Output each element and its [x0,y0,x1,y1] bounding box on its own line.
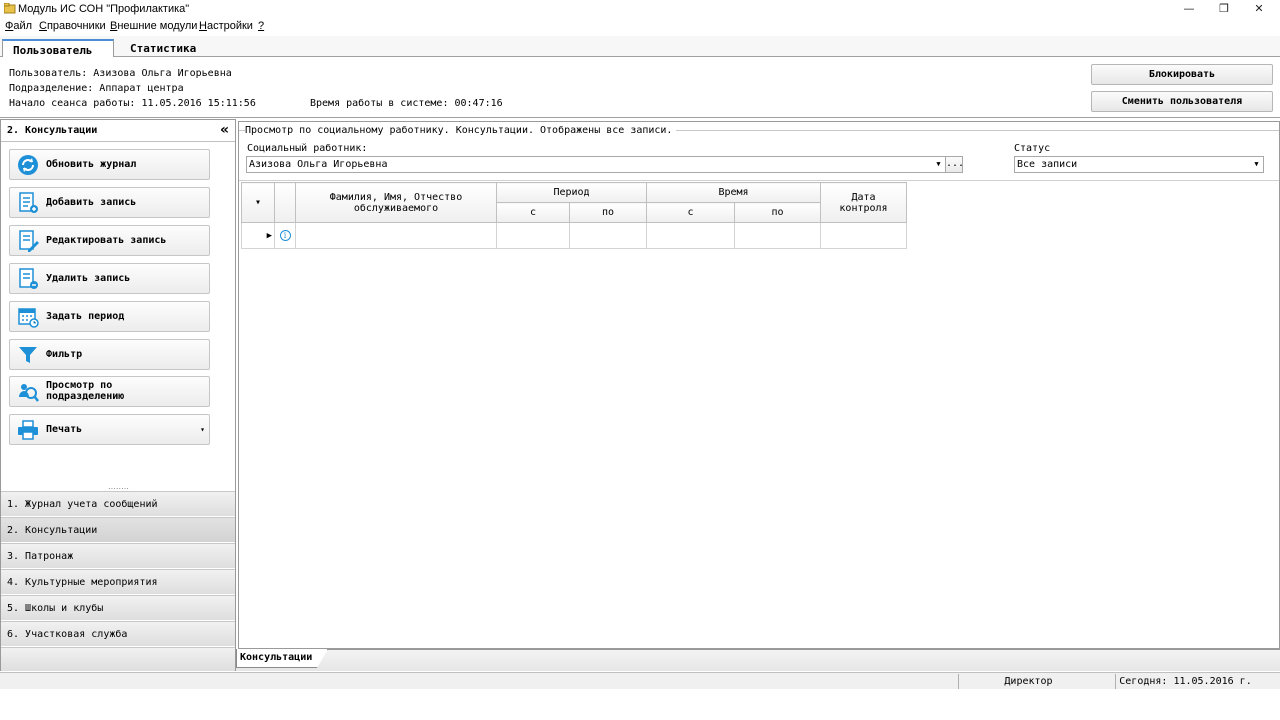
switch-user-button[interactable]: Сменить пользователя [1091,91,1273,112]
chevron-down-icon[interactable]: ▾ [255,197,261,208]
left-action-panel: 2. Консультации « Обновить журнал Добави… [0,119,236,671]
table-row[interactable]: ▶ i [241,222,907,249]
cell-control-date[interactable] [820,222,907,249]
view-by-department-button[interactable]: Просмотр по подразделению [9,376,210,407]
column-header-time-from[interactable]: с [646,202,735,223]
title-bar: Модуль ИС СОН "Профилактика" — ❐ ✕ [0,0,1280,18]
view-description: Просмотр по социальному работнику. Консу… [245,125,677,136]
nav-item-patronage[interactable]: 3. Патронаж [1,543,235,568]
info-icon[interactable]: i [279,230,291,241]
app-icon [4,3,16,14]
column-header-period-to[interactable]: по [569,202,647,223]
left-panel-header: 2. Консультации « [1,120,235,142]
status-select[interactable]: Все записи ▼ [1014,156,1264,173]
cell-time-to[interactable] [734,222,821,249]
menu-file[interactable]: Файл [5,20,32,32]
column-header-time-to[interactable]: по [734,202,821,223]
tab-user[interactable]: Пользователь [2,39,114,58]
filter-icon [19,347,37,363]
session-start-line: Начало сеанса работы: 11.05.2016 15:11:5… [9,98,256,109]
set-period-label: Задать период [46,311,125,322]
filter-label: Фильтр [46,349,83,360]
social-worker-label: Социальный работник: [247,143,368,154]
cell-name[interactable] [295,222,497,249]
delete-record-button[interactable]: Удалить запись [9,263,210,294]
add-record-icon [19,192,38,213]
nav-item-district-service[interactable]: 6. Участковая служба [1,621,235,646]
user-name-line: Пользователь: Азизова Ольга Игорьевна [9,68,232,79]
column-header-control-date[interactable]: Дата контроля [820,182,907,223]
nav-item-consultations[interactable]: 2. Консультации [1,517,235,542]
print-button[interactable]: Печать ▾ [9,414,210,445]
info-cell[interactable]: i [274,222,296,249]
column-menu[interactable]: ▾ [241,182,275,223]
print-label: Печать [46,424,83,435]
edit-record-icon [19,230,39,252]
calendar-icon [18,308,39,328]
status-bar: Директор Сегодня: 11.05.2016 г. [0,672,1280,689]
status-today: Сегодня: 11.05.2016 г. [1115,674,1255,689]
status-label: Статус [1014,143,1051,154]
nav-footer [1,647,235,671]
nav-item-cultural-events[interactable]: 4. Культурные мероприятия [1,569,235,594]
tab-statistics[interactable]: Статистика [120,39,220,58]
left-panel-title: 2. Консультации [7,125,98,136]
nav-item-schools-clubs[interactable]: 5. Школы и клубы [1,595,235,620]
column-header-time[interactable]: Время [646,182,821,203]
search-users-icon [19,384,39,402]
column-header-period[interactable]: Период [496,182,647,203]
view-by-department-label: Просмотр по подразделению [46,380,125,402]
menu-bar: Файл Справочники Внешние модули Настройк… [0,18,1280,36]
set-period-button[interactable]: Задать период [9,301,210,332]
refresh-icon [18,155,38,175]
consultations-grid: ▾ Фамилия, Имя, Отчество обслуживаемого … [241,182,907,249]
row-selector-icon[interactable]: ▶ [241,222,275,249]
status-role: Директор [958,674,1098,689]
main-panel: Просмотр по социальному работнику. Консу… [238,121,1280,649]
social-worker-select[interactable]: Азизова Ольга Игорьевна ▼ [246,156,946,173]
nav-item-message-journal[interactable]: 1. Журнал учета сообщений [1,491,235,516]
column-header-period-from[interactable]: с [496,202,570,223]
menu-help[interactable]: ? [258,20,264,32]
social-worker-value: Азизова Ольга Игорьевна [249,159,388,170]
close-button[interactable]: ✕ [1236,0,1280,18]
window-title: Модуль ИС СОН "Профилактика" [18,3,190,15]
edit-record-label: Редактировать запись [46,235,167,246]
menu-references[interactable]: Справочники [39,20,106,32]
menu-external-modules[interactable]: Внешние модули [110,20,197,32]
edit-record-button[interactable]: Редактировать запись [9,225,210,256]
department-line: Подразделение: Аппарат центра [9,83,184,94]
refresh-journal-button[interactable]: Обновить журнал [9,149,210,180]
user-info-panel: Пользователь: Азизова Ольга Игорьевна По… [0,57,1280,118]
chevron-down-icon[interactable]: ▼ [932,157,945,172]
lock-button[interactable]: Блокировать [1091,64,1273,85]
uptime-line: Время работы в системе: 00:47:16 [310,98,503,109]
add-record-label: Добавить запись [46,197,137,208]
collapse-icon[interactable]: « [220,122,229,138]
column-header-name[interactable]: Фамилия, Имя, Отчество обслуживаемого [295,182,497,223]
printer-icon [18,420,38,440]
filter-separator [239,180,1279,181]
status-value: Все записи [1017,159,1078,170]
print-dropdown-icon[interactable]: ▾ [200,425,205,434]
cell-period-from[interactable] [496,222,570,249]
column-indicator-header [274,182,296,223]
add-record-button[interactable]: Добавить запись [9,187,210,218]
chevron-down-icon[interactable]: ▼ [1250,157,1263,172]
cell-period-to[interactable] [569,222,647,249]
top-tab-strip: Пользователь Статистика [0,36,1280,58]
bottom-tab-strip: Консультации [236,649,1280,671]
tab-consultations[interactable]: Консультации [236,649,328,668]
cell-time-from[interactable] [646,222,735,249]
refresh-journal-label: Обновить журнал [46,159,137,170]
delete-record-icon [19,268,38,289]
delete-record-label: Удалить запись [46,273,131,284]
social-worker-browse-button[interactable]: ... [945,156,964,173]
menu-settings[interactable]: Настройки [199,20,253,32]
filter-button[interactable]: Фильтр [9,339,210,370]
